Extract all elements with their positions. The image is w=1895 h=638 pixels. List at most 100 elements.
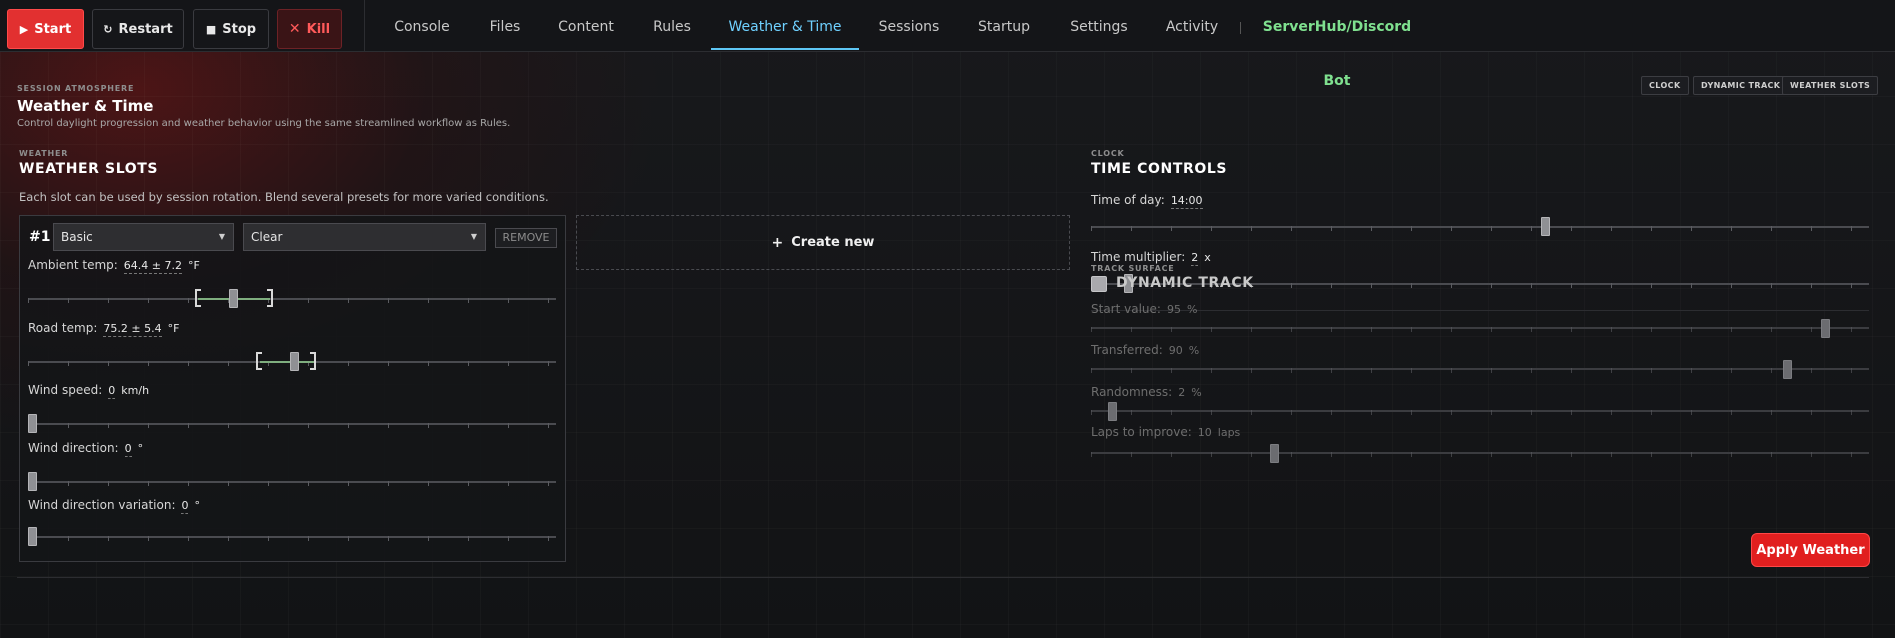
laps-to-improve-value[interactable]: 10 — [1198, 426, 1212, 440]
transferred-slider-thumb[interactable] — [1783, 360, 1792, 379]
stop-button[interactable]: ■ Stop — [193, 9, 269, 49]
close-icon: ✕ — [288, 21, 301, 37]
time-multiplier-value[interactable]: 2 — [1191, 251, 1199, 266]
randomness-unit: % — [1191, 386, 1202, 399]
wind-direction-variation-slider-thumb[interactable] — [28, 527, 37, 546]
ambient-temp-unit: °F — [188, 259, 200, 272]
tab-serverhub-discord-bot[interactable]: ServerHub/Discord Bot — [1256, 0, 1418, 89]
laps-to-improve-label-text: Laps to improve: — [1091, 425, 1192, 439]
dynamic-track-checkbox[interactable] — [1091, 276, 1107, 292]
randomness-value[interactable]: 2 — [1178, 386, 1185, 400]
time-of-day-label-text: Time of day: — [1091, 193, 1165, 207]
tab-settings[interactable]: Settings — [1059, 0, 1139, 52]
tab-content[interactable]: Content — [546, 0, 626, 52]
transferred-unit: % — [1188, 344, 1200, 357]
start-value-label-text: Start value: — [1091, 302, 1161, 316]
wind-direction-value[interactable]: 0 — [124, 442, 132, 457]
toolbar-divider — [364, 0, 365, 52]
slider-ticks — [1091, 452, 1869, 457]
randomness-slider-thumb[interactable] — [1108, 402, 1117, 421]
wind-direction-variation-unit: ° — [194, 499, 200, 512]
remove-slot-button[interactable]: REMOVE — [495, 228, 557, 248]
tab-activity[interactable]: Activity — [1156, 0, 1228, 52]
preset-value: Basic — [61, 230, 93, 244]
tab-startup[interactable]: Startup — [966, 0, 1042, 52]
pill-clock[interactable]: CLOCK — [1641, 76, 1689, 95]
ambient-temp-label: Ambient temp: 64.4 ± 7.2 °F — [28, 258, 200, 274]
weather-section-title: WEATHER SLOTS — [19, 161, 159, 177]
preset-select[interactable]: Basic ▼ — [53, 223, 234, 251]
tab-rules[interactable]: Rules — [636, 0, 708, 52]
kill-button[interactable]: ✕ Kill — [277, 9, 342, 49]
road-temp-slider-thumb[interactable] — [290, 352, 299, 371]
top-bar: ▶ Start ↻ Restart ■ Stop ✕ Kill Console … — [0, 0, 1895, 89]
wind-direction-unit: ° — [137, 442, 144, 455]
clock-eyebrow: CLOCK — [1091, 149, 1125, 158]
start-value-value[interactable]: 95 — [1167, 303, 1181, 317]
slider-ticks — [1091, 410, 1869, 415]
header-eyebrow: SESSION ATMOSPHERE — [17, 84, 135, 93]
road-temp-label: Road temp: 75.2 ± 5.4 °F — [28, 321, 179, 337]
restart-icon: ↻ — [103, 22, 113, 36]
condition-select[interactable]: Clear ▼ — [243, 223, 486, 251]
road-temp-value[interactable]: 75.2 ± 5.4 — [103, 322, 162, 337]
laps-to-improve-slider-thumb[interactable] — [1270, 444, 1279, 463]
randomness-label-text: Randomness: — [1091, 385, 1173, 399]
wind-speed-value[interactable]: 0 — [108, 384, 116, 399]
footer-divider — [17, 577, 1869, 578]
tab-weather-time[interactable]: Weather & Time — [711, 0, 859, 50]
randomness-label: Randomness: 2% — [1091, 385, 1202, 399]
road-temp-label-text: Road temp: — [28, 321, 98, 335]
wind-direction-variation-value[interactable]: 0 — [181, 499, 189, 514]
start-value-slider-thumb[interactable] — [1821, 319, 1830, 338]
ambient-temp-value[interactable]: 64.4 ± 7.2 — [123, 259, 182, 274]
ambient-temp-label-text: Ambient temp: — [28, 258, 118, 272]
transferred-value[interactable]: 90 — [1169, 344, 1183, 358]
road-temp-range-min-handle[interactable] — [256, 352, 262, 370]
tab-files[interactable]: Files — [474, 0, 536, 52]
track-surface-eyebrow: TRACK SURFACE — [1091, 264, 1175, 273]
wind-direction-slider-thumb[interactable] — [28, 472, 37, 491]
wind-speed-label-text: Wind speed: — [28, 383, 103, 397]
page-description: Control daylight progression and weather… — [17, 118, 511, 129]
wind-direction-variation-label-text: Wind direction variation: — [28, 498, 176, 512]
tab-console[interactable]: Console — [380, 0, 464, 52]
restart-button[interactable]: ↻ Restart — [92, 9, 184, 49]
time-of-day-label: Time of day: 14:00 — [1091, 193, 1203, 209]
start-button[interactable]: ▶ Start — [7, 9, 84, 49]
tab-sessions[interactable]: Sessions — [869, 0, 949, 52]
wind-direction-variation-label: Wind direction variation: 0 ° — [28, 498, 200, 514]
slider-ticks — [1091, 327, 1869, 332]
condition-value: Clear — [251, 230, 283, 244]
ambient-temp-slider-thumb[interactable] — [229, 289, 238, 308]
wind-direction-label-text: Wind direction: — [28, 441, 119, 455]
time-of-day-slider-thumb[interactable] — [1541, 217, 1550, 236]
slot-number: #1 — [29, 229, 51, 245]
play-icon: ▶ — [19, 22, 29, 36]
ambient-temp-range-min-handle[interactable] — [195, 289, 201, 307]
chevron-down-icon: ▼ — [470, 232, 477, 241]
laps-to-improve-unit: laps — [1217, 426, 1241, 439]
wind-speed-label: Wind speed: 0 km/h — [28, 383, 149, 399]
start-value-label: Start value: 95% — [1091, 302, 1197, 316]
pill-weather-slots[interactable]: WEATHER SLOTS — [1782, 76, 1879, 95]
slider-ticks — [28, 481, 556, 486]
kill-label: Kill — [306, 21, 331, 37]
laps-to-improve-label: Laps to improve: 10 laps — [1091, 425, 1240, 439]
road-temp-range-max-handle[interactable] — [310, 352, 316, 370]
road-temp-range — [260, 361, 314, 363]
pill-dynamic-track[interactable]: DYNAMIC TRACK — [1693, 76, 1789, 95]
create-new-label: Create new — [791, 235, 875, 250]
page-title: Weather & Time — [17, 97, 154, 115]
create-new-slot-button[interactable]: + Create new — [576, 215, 1070, 270]
wind-speed-slider-thumb[interactable] — [28, 414, 37, 433]
time-of-day-value[interactable]: 14:00 — [1170, 194, 1203, 209]
slider-ticks — [1091, 368, 1869, 373]
ambient-temp-range-max-handle[interactable] — [267, 289, 273, 307]
dynamic-track-title: DYNAMIC TRACK — [1116, 275, 1254, 291]
tab-divider — [1240, 22, 1241, 34]
section-divider — [1091, 310, 1869, 311]
slider-ticks — [28, 298, 556, 303]
transferred-label-text: Transferred: — [1091, 343, 1163, 357]
slider-ticks — [1091, 226, 1869, 231]
